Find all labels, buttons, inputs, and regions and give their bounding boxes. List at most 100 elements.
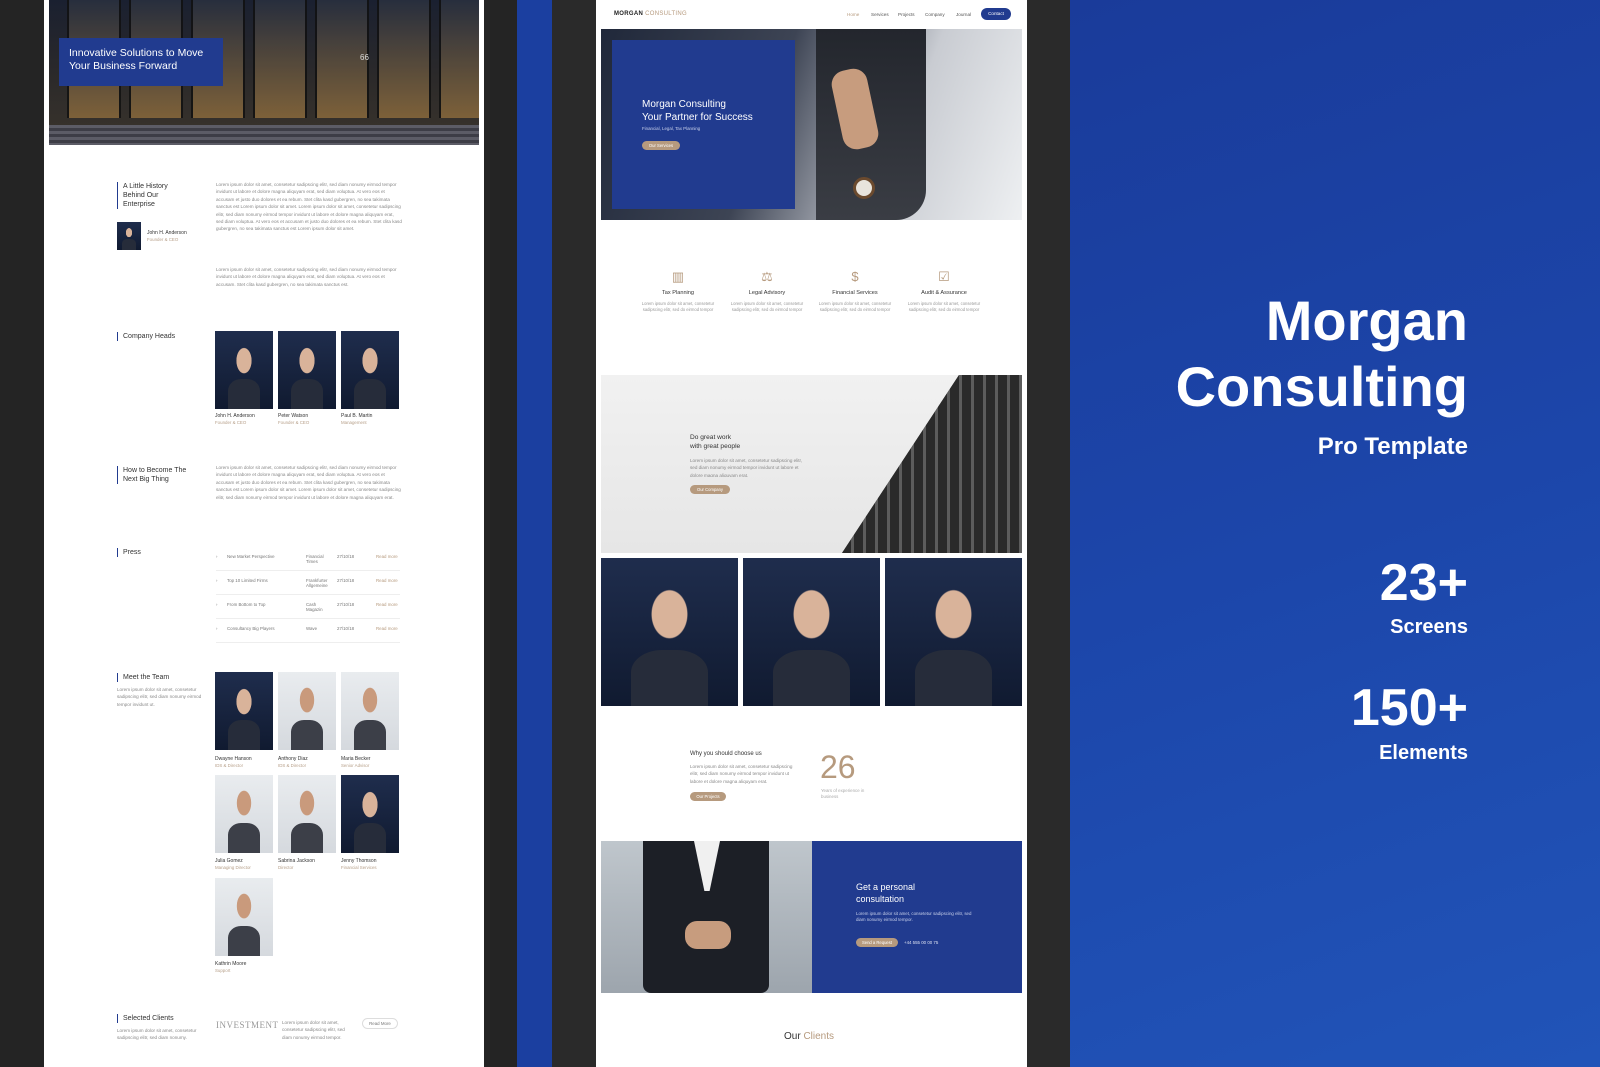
team-name: Jenny Thomson (341, 858, 377, 864)
client-logo: INVESTMENT (216, 1020, 279, 1030)
service-financial[interactable]: $ Financial Services Lorem ipsum dolor s… (815, 270, 895, 314)
client-desc: Lorem ipsum dolor sit amet, consetetur s… (282, 1020, 345, 1040)
team-photo (278, 672, 336, 750)
building-image (842, 375, 1022, 553)
read-more-link[interactable]: Read more (376, 554, 398, 559)
press-source: Cash Magazin (306, 602, 323, 612)
head-role: Management (341, 420, 367, 425)
our-company-button[interactable]: Our Company (690, 485, 730, 494)
press-title: Top 10 Limited Firms (227, 578, 268, 583)
our-services-button[interactable]: Our Services (642, 141, 680, 150)
team-role: Senior Advisor (341, 763, 370, 768)
hero-window (377, 0, 431, 118)
consult-desc: Lorem ipsum dolor sit amet, consetetur s… (856, 911, 972, 923)
hero-steps (49, 125, 479, 145)
nav-journal[interactable]: Journal (956, 12, 971, 17)
team-role: IDS & Director (215, 763, 244, 768)
hero-title-line2: Your Partner for Success (642, 112, 753, 123)
dollar-icon: $ (851, 269, 859, 284)
work-title-line1: Do great work (690, 434, 732, 441)
read-more-link[interactable]: Read more (376, 578, 398, 583)
team-photo (341, 775, 399, 853)
service-legal[interactable]: ⚖ Legal Advisory Lorem ipsum dolor sit a… (727, 270, 807, 314)
hands (685, 921, 731, 949)
team-photo (215, 672, 273, 750)
team-role: Director (278, 865, 294, 870)
consult-section: Get a personal consultation Lorem ipsum … (601, 841, 1022, 993)
head-role: Founder & CEO (215, 420, 247, 425)
chevron-right-icon: › (216, 602, 218, 607)
team-name: Anthony Diaz (278, 756, 308, 762)
promo-title-line1: Morgan (1265, 289, 1468, 352)
service-desc: Lorem ipsum dolor sit amet, consetetur s… (818, 301, 892, 313)
head-photo (341, 331, 399, 409)
hero-title: Innovative Solutions to Move Your Busine… (59, 38, 223, 86)
stat-elements-label: Elements (1379, 742, 1468, 764)
clients-heading: Our Clients (784, 1031, 834, 1042)
stat-elements-value: 150+ (1350, 679, 1468, 737)
read-more-link[interactable]: Read more (376, 626, 398, 631)
press-title: New Market Perspective (227, 554, 275, 559)
years-number: 26 (820, 749, 856, 785)
service-tax[interactable]: ▥ Tax Planning Lorem ipsum dolor sit ame… (638, 270, 718, 314)
head-role: Founder & CEO (278, 420, 310, 425)
consult-title-line2: consultation (856, 894, 905, 904)
service-title: Legal Advisory (748, 290, 786, 296)
press-row[interactable]: › From Bottom to Top Cash Magazin 27/10/… (216, 596, 400, 619)
service-desc: Lorem ipsum dolor sit amet, consetetur s… (730, 301, 804, 313)
next-paragraph: Lorem ipsum dolor sit amet, consetetur s… (216, 465, 401, 500)
press-label: Press (117, 548, 141, 557)
press-row[interactable]: › Consultancy Big Players Wave 27/10/18 … (216, 620, 400, 643)
send-request-button[interactable]: Send a Request (856, 937, 898, 947)
press-row[interactable]: › New Market Perspective Financial Times… (216, 548, 400, 571)
chevron-right-icon: › (216, 626, 218, 631)
hero-window (253, 0, 307, 118)
our-projects-button[interactable]: Our Projects (690, 792, 726, 801)
read-more-link[interactable]: Read more (376, 602, 398, 607)
hero-title-line1: Morgan Consulting (642, 99, 726, 110)
history-paragraph: Lorem ipsum dolor sit amet, consetetur s… (216, 267, 397, 287)
nav-company[interactable]: Company (925, 12, 945, 17)
building-number: 66 (360, 53, 369, 62)
promo-subtitle: Pro Template (1317, 433, 1468, 460)
press-title: Consultancy Big Players (227, 626, 275, 631)
promo-panel: Morgan Consulting Pro Template 23+ Scree… (1070, 0, 1600, 1067)
chevron-right-icon: › (216, 554, 218, 559)
team-label: Meet the Team (117, 673, 169, 682)
promo-title-line2: Consulting (1175, 355, 1468, 418)
team-name: Sabrina Jackson (278, 858, 315, 864)
logo-bold: MORGAN (614, 11, 644, 17)
chevron-right-icon: › (216, 578, 218, 583)
press-row[interactable]: › Top 10 Limited Firms Frankfurter Allge… (216, 572, 400, 595)
consult-actions: Send a Request +44 555 00 00 75 (856, 937, 1022, 948)
team-intro: Lorem ipsum dolor sit amet, consetetur s… (117, 687, 202, 707)
service-audit[interactable]: ☑ Audit & Assurance Lorem ipsum dolor si… (904, 270, 984, 314)
press-date: 27/10/18 (337, 626, 355, 631)
middle-page-preview: MORGAN CONSULTING Home Services Projects… (596, 0, 1027, 1067)
team-name: Kathrin Moore (215, 961, 247, 967)
read-more-button[interactable]: Read More (362, 1018, 398, 1029)
clients-heading-a: Our (784, 1031, 801, 1042)
press-source: Wave (306, 626, 318, 631)
head-photo (278, 331, 336, 409)
nav-services[interactable]: Services (871, 12, 889, 17)
stat-screens-value: 23+ (1379, 554, 1468, 612)
service-title: Financial Services (832, 290, 878, 296)
heads-label: Company Heads (117, 332, 175, 341)
contact-button[interactable]: Contact (981, 8, 1011, 20)
next-label: How to Become The Next Big Thing (117, 466, 197, 484)
nav-home[interactable]: Home (847, 12, 859, 17)
team-photo (341, 672, 399, 750)
team-photo (278, 775, 336, 853)
press-source: Frankfurter Allgemeine (306, 578, 328, 588)
history-person-role: Founder & CEO (147, 237, 179, 242)
head-photo (215, 331, 273, 409)
clients-intro: Lorem ipsum dolor sit amet, consetetur s… (117, 1028, 197, 1041)
logo[interactable]: MORGAN CONSULTING (614, 11, 687, 17)
history-label: A Little History Behind Our Enterprise (117, 182, 181, 209)
phone-image (601, 841, 812, 993)
nav-projects[interactable]: Projects (898, 12, 915, 17)
left-page-preview: 66 Innovative Solutions to Move Your Bus… (44, 0, 484, 1067)
history-paragraph: Lorem ipsum dolor sit amet, consetetur s… (216, 182, 402, 232)
hero-window (439, 0, 479, 118)
